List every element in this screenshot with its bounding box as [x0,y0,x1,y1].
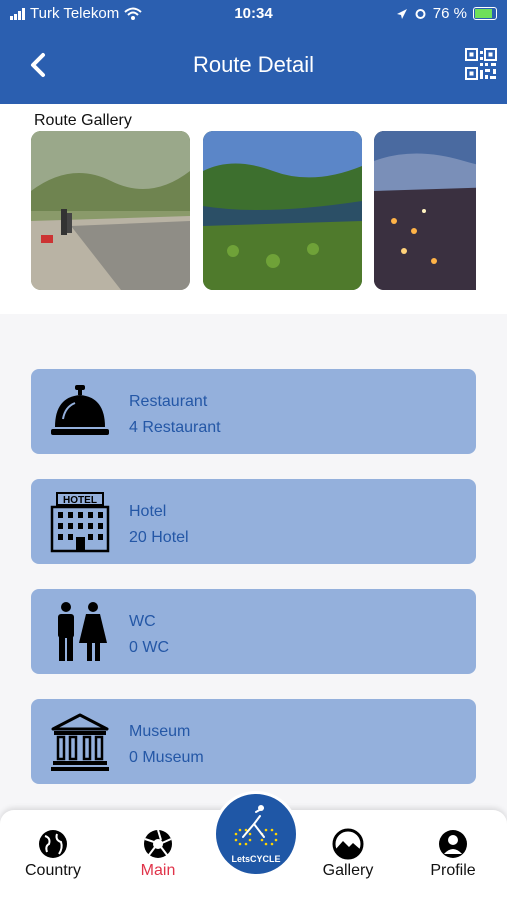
app-header: Turk Telekom 10:34 76 % Route Detail [0,0,507,104]
amenity-name: WC [129,613,156,630]
tab-country[interactable]: Country [8,828,98,880]
page-title: Route Detail [192,52,315,77]
amenity-name: Restaurant [129,393,208,410]
letscycle-logo-button[interactable]: LetsCYCLE [213,791,299,877]
hotel-building-icon: HOTEL [50,492,110,553]
letscycle-logo-text: LetsCYCLE [231,854,281,864]
tab-gallery[interactable]: Gallery [303,828,393,880]
gallery-label: Route Gallery [34,112,132,129]
tab-label: Profile [430,862,476,879]
battery-icon [473,7,497,20]
svg-text:HOTEL: HOTEL [63,495,97,506]
amenity-card-museum[interactable]: Museum 0 Museum [31,699,476,784]
cyclist-logo-icon [234,805,278,846]
gallery-image-lake-lilies[interactable] [203,131,362,290]
amenity-count: 0 WC [129,639,169,656]
globe-icon [39,830,67,858]
tab-label: Country [24,862,82,879]
location-arrow-icon [396,8,407,19]
gallery-image-coastal-town[interactable] [374,131,476,290]
battery-percent: 76 % [432,5,467,22]
nav-bar: Route Detail [0,36,507,94]
amenity-name: Hotel [129,503,167,520]
amenity-card-restaurant[interactable]: Restaurant 4 Restaurant [31,369,476,454]
person-icon [439,830,467,858]
route-gallery: Route Gallery [0,104,507,314]
tab-label: Main [140,862,176,879]
amenity-count: 20 Hotel [129,529,189,546]
status-bar: Turk Telekom 10:34 76 % [0,0,507,28]
alarm-icon [415,9,426,19]
qr-code-icon[interactable] [465,48,497,80]
landscape-icon [332,828,364,860]
tab-profile[interactable]: Profile [408,828,498,880]
gallery-image-river-bank[interactable] [31,131,190,290]
amenity-card-hotel[interactable]: HOTEL Hotel 20 Hotel [31,479,476,564]
restroom-icon [58,602,107,661]
service-bell-icon [51,385,109,435]
amenity-card-wc[interactable]: WC 0 WC [31,589,476,674]
amenity-count: 0 Museum [129,749,204,766]
amenity-name: Museum [129,723,191,740]
gallery-strip[interactable] [31,131,476,291]
tab-label: Gallery [322,862,374,879]
tab-main[interactable]: Main [113,828,203,880]
museum-icon [51,713,109,771]
amenity-count: 4 Restaurant [129,419,221,436]
aperture-icon [144,829,172,858]
